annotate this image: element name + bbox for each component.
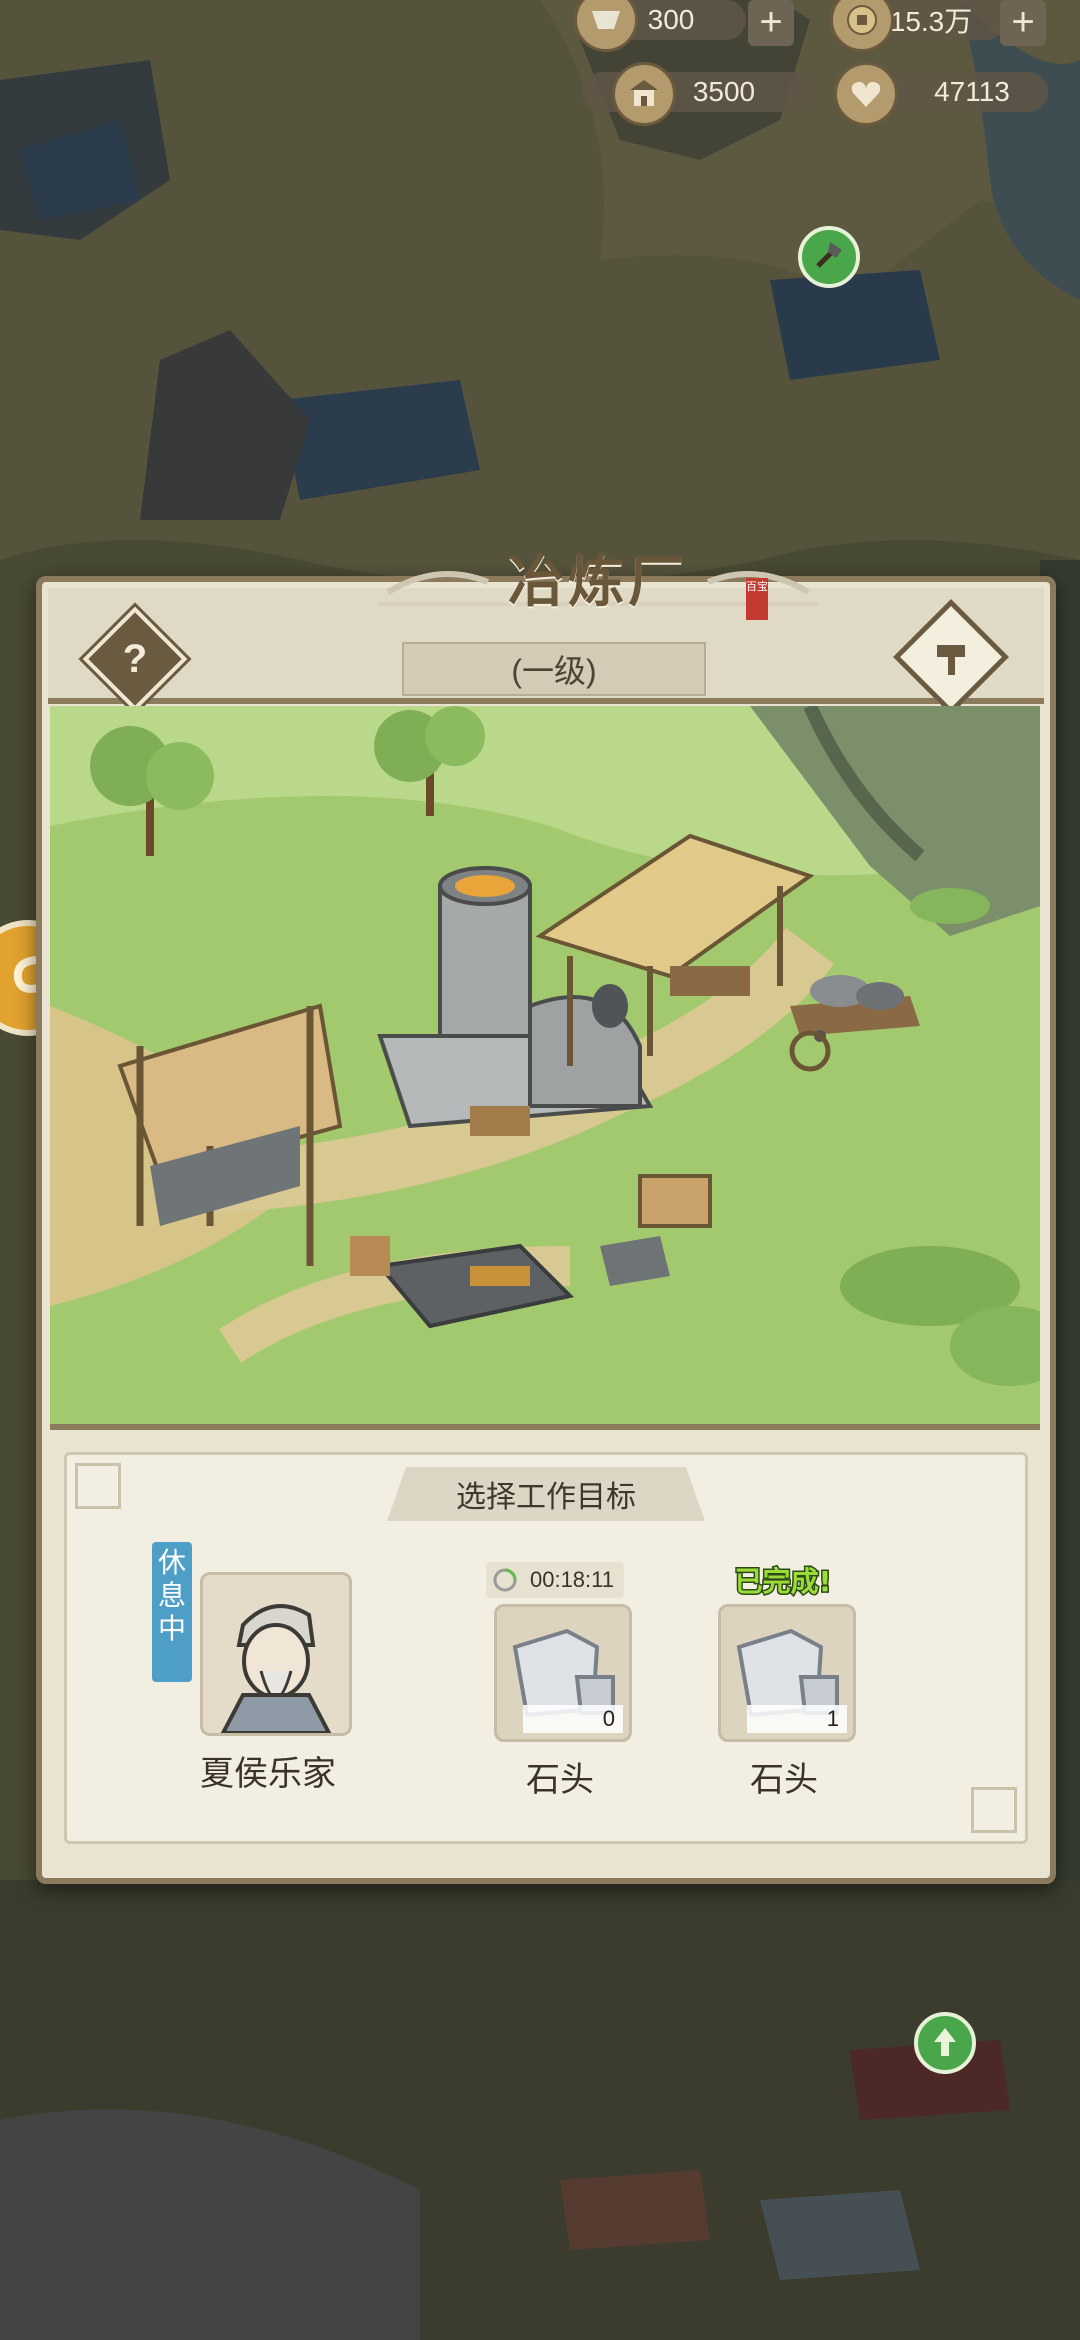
help-icon: ?	[122, 636, 148, 681]
stone-count: 0	[523, 1705, 623, 1733]
panel-title: 选择工作目标	[387, 1467, 705, 1521]
axe-marker-icon[interactable]	[798, 226, 860, 288]
add-cup-button[interactable]: +	[748, 0, 794, 46]
smelter-scene-image	[50, 706, 1040, 1430]
stone-label-1: 石头	[526, 1761, 594, 1799]
stone-slot-1[interactable]: 0	[494, 1604, 632, 1742]
hammer-icon	[915, 621, 987, 693]
worker-portrait	[219, 1604, 333, 1735]
dialog-header: 冶炼厂 百宝 ? (一级)	[48, 549, 1044, 715]
stone-label-2: 石头	[750, 1761, 818, 1799]
slot-timer: 00:18:11	[486, 1562, 624, 1598]
upgrade-marker-icon[interactable]	[914, 2012, 976, 2074]
heart-icon	[834, 62, 898, 126]
building-icon	[612, 62, 676, 126]
level-label: (一级)	[402, 642, 706, 696]
worker-slot[interactable]	[200, 1572, 352, 1736]
stone-slot-2[interactable]: 1	[718, 1604, 856, 1742]
help-button[interactable]: ?	[82, 606, 188, 712]
corner-decoration	[971, 1787, 1017, 1833]
title-banner: 冶炼厂 百宝	[378, 532, 818, 622]
add-coin-button[interactable]: +	[1000, 0, 1046, 46]
seal-stamp: 百宝	[746, 578, 768, 620]
dialog-title: 冶炼厂	[508, 548, 688, 615]
completed-status: 已完成!	[733, 1564, 833, 1600]
corner-decoration	[75, 1463, 121, 1509]
worker-name: 夏侯乐家	[200, 1755, 336, 1793]
build-button[interactable]	[893, 599, 1009, 715]
stone-count: 1	[747, 1705, 847, 1733]
resting-status-badge: 休息中	[152, 1542, 192, 1682]
timer-icon	[493, 1568, 517, 1592]
